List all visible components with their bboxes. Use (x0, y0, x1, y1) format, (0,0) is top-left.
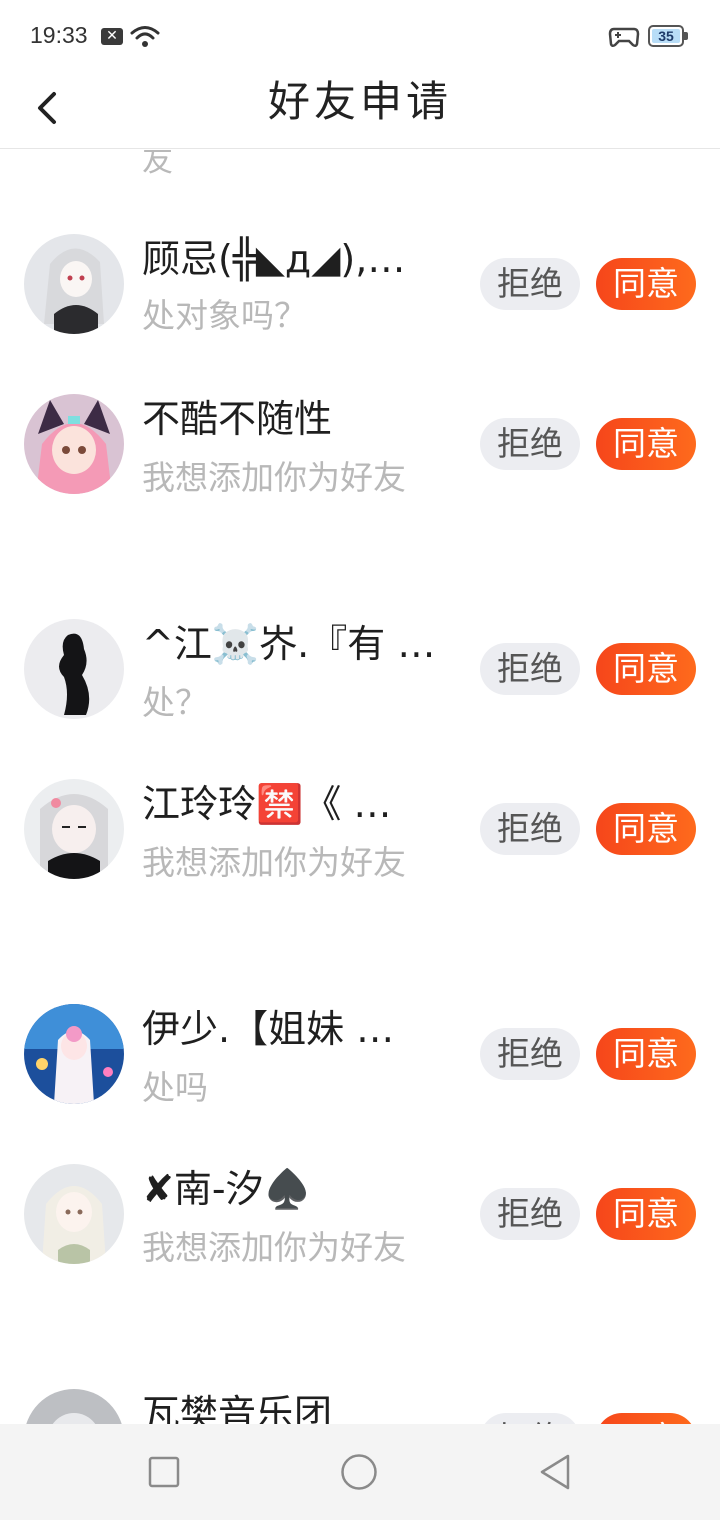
accept-button[interactable]: 同意 (596, 1413, 696, 1424)
game-controller-icon (608, 27, 640, 48)
request-message: 处吗 (142, 1068, 208, 1107)
status-time: 19:33 (30, 22, 88, 48)
list-item[interactable]: ✘南-汐♠️ 我想添加你为好友 拒绝 同意 (0, 1164, 720, 1360)
reject-button[interactable]: 拒绝 (480, 418, 580, 470)
list-item[interactable]: 瓦樊音乐团 拒绝 同意 (0, 1389, 720, 1424)
status-bar: 19:33 ✕ 35 (0, 0, 720, 72)
partial-message-text: 友 (142, 150, 173, 179)
chevron-left-icon (38, 92, 56, 124)
friend-request-list[interactable]: 友 顾忌(╬◣д◢),… 处对象吗？ 拒绝 同意 不酷不随性 我想添加你为好友 … (0, 150, 720, 1424)
page-title: 好友申请 (267, 77, 452, 126)
request-message: 处对象吗？ (142, 296, 307, 335)
avatar[interactable] (24, 1389, 124, 1424)
system-navigation-bar (0, 1424, 720, 1520)
requester-name: 顾忌(╬◣д◢),… (142, 237, 406, 281)
avatar[interactable] (24, 779, 124, 879)
battery-icon: 35 (648, 25, 688, 47)
list-item[interactable]: 伊少.【姐妹 … 处吗 拒绝 同意 (0, 1004, 720, 1134)
request-message: 我想添加你为好友 (142, 1228, 406, 1267)
avatar[interactable] (24, 234, 124, 334)
reject-button[interactable]: 拒绝 (480, 258, 580, 310)
requester-name: 伊少.【姐妹 … (142, 1007, 395, 1051)
accept-button[interactable]: 同意 (596, 418, 696, 470)
request-message: 我想添加你为好友 (142, 458, 406, 497)
back-button[interactable] (28, 80, 68, 136)
accept-button[interactable]: 同意 (596, 803, 696, 855)
reject-button[interactable]: 拒绝 (480, 643, 580, 695)
header: 好友申请 (0, 72, 720, 149)
avatar[interactable] (24, 1164, 124, 1264)
reject-button[interactable]: 拒绝 (480, 1028, 580, 1080)
accept-button[interactable]: 同意 (596, 1028, 696, 1080)
request-message: 处？ (142, 683, 208, 722)
avatar[interactable] (24, 619, 124, 719)
request-message: 我想添加你为好友 (142, 843, 406, 882)
back-triangle-icon[interactable] (538, 1453, 572, 1491)
requester-name: 不酷不随性 (142, 397, 333, 441)
reject-button[interactable]: 拒绝 (480, 1188, 580, 1240)
home-circle-icon[interactable] (340, 1453, 378, 1491)
accept-button[interactable]: 同意 (596, 258, 696, 310)
list-item[interactable]: 江玲玲🈲《 … 我想添加你为好友 拒绝 同意 (0, 779, 720, 975)
requester-name: 江玲玲🈲《 … (142, 782, 392, 826)
accept-button[interactable]: 同意 (596, 643, 696, 695)
reject-button[interactable]: 拒绝 (480, 803, 580, 855)
list-item[interactable]: 顾忌(╬◣д◢),… 处对象吗？ 拒绝 同意 (0, 234, 720, 364)
avatar[interactable] (24, 1004, 124, 1104)
list-item[interactable]: ^江☠️岕.『有 … 处？ 拒绝 同意 (0, 619, 720, 749)
recents-square-icon[interactable] (148, 1456, 180, 1488)
list-item[interactable]: 不酷不随性 我想添加你为好友 拒绝 同意 (0, 394, 720, 590)
wifi-icon (130, 26, 160, 47)
battery-level: 35 (658, 28, 674, 44)
requester-name: ^江☠️岕.『有 … (142, 622, 436, 666)
requester-name: 瓦樊音乐团 (142, 1392, 333, 1424)
reject-button[interactable]: 拒绝 (480, 1413, 580, 1424)
x-box-icon: ✕ (101, 28, 123, 45)
accept-button[interactable]: 同意 (596, 1188, 696, 1240)
requester-name: ✘南-汐♠️ (142, 1167, 311, 1211)
avatar[interactable] (24, 394, 124, 494)
